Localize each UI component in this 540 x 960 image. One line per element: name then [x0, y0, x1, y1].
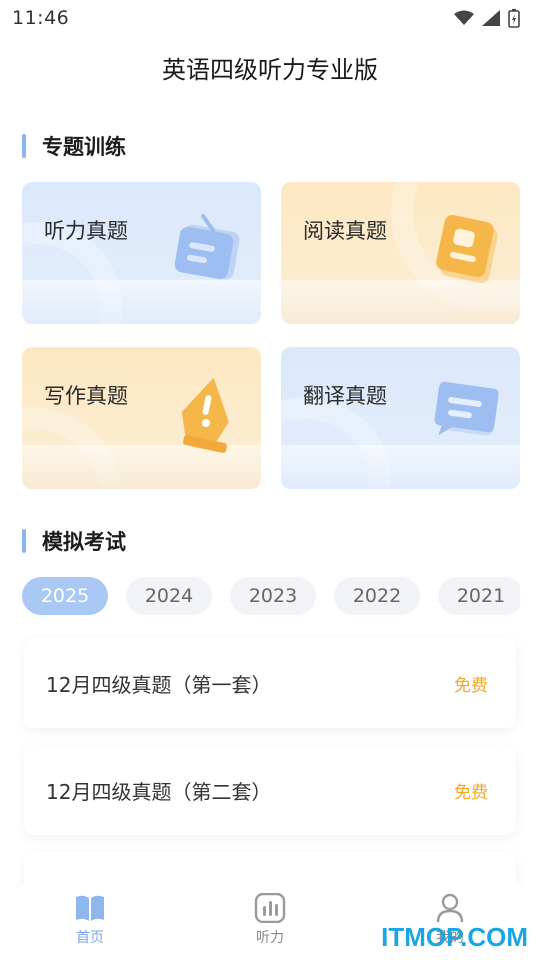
card-reading[interactable]: 阅读真题: [281, 182, 520, 324]
page-title: 英语四级听力专业版: [162, 56, 378, 84]
card-label: 写作真题: [44, 384, 128, 408]
radio-icon: [174, 214, 240, 280]
chat-icon: [434, 381, 499, 436]
section-header-mock: 模拟考试: [22, 526, 126, 556]
card-label: 翻译真题: [303, 384, 387, 408]
card-label: 阅读真题: [303, 219, 387, 243]
year-pill-2021[interactable]: 2021: [438, 577, 520, 615]
user-icon: [436, 893, 464, 923]
tab-label: 首页: [76, 930, 104, 946]
year-pill-2025[interactable]: 2025: [22, 577, 108, 615]
wifi-icon: [454, 10, 474, 25]
year-pill-2022[interactable]: 2022: [334, 577, 420, 615]
year-pill-2023[interactable]: 2023: [230, 577, 316, 615]
section-title: 专题训练: [42, 135, 126, 159]
free-badge: 免费: [454, 675, 488, 696]
book-open-icon: [76, 895, 104, 921]
section-accent-bar: [22, 134, 26, 158]
tab-label: 听力: [256, 930, 284, 946]
free-badge: 免费: [454, 782, 488, 803]
watermark: ITMOP.COM: [381, 922, 528, 952]
pen-icon: [181, 377, 229, 453]
year-pill-2024[interactable]: 2024: [126, 577, 212, 615]
status-bar: 11:46: [0, 0, 540, 36]
tab-listening[interactable]: 听力: [180, 885, 360, 960]
exam-list-item[interactable]: 12月四级真题（第一套） 免费: [24, 638, 516, 728]
battery-icon: [508, 9, 520, 28]
status-icons: [454, 8, 520, 28]
card-writing[interactable]: 写作真题: [22, 347, 261, 489]
section-title: 模拟考试: [42, 530, 126, 554]
card-listening[interactable]: 听力真题: [22, 182, 261, 324]
section-header-topics: 专题训练: [22, 131, 126, 161]
exam-list-item[interactable]: 12月四级真题（第二套） 免费: [24, 745, 516, 835]
section-accent-bar: [22, 529, 26, 553]
exam-title: 12月四级真题（第二套）: [46, 779, 272, 804]
signal-icon: [482, 10, 500, 26]
card-translation[interactable]: 翻译真题: [281, 347, 520, 489]
exam-title: 12月四级真题（第一套）: [46, 672, 272, 697]
status-time: 11:46: [12, 7, 70, 29]
chart-icon: [254, 893, 286, 923]
book-icon: [436, 214, 498, 284]
year-selector: 2025 2024 2023 2022 2021: [22, 577, 520, 617]
tab-home[interactable]: 首页: [0, 885, 180, 960]
card-label: 听力真题: [44, 219, 128, 243]
